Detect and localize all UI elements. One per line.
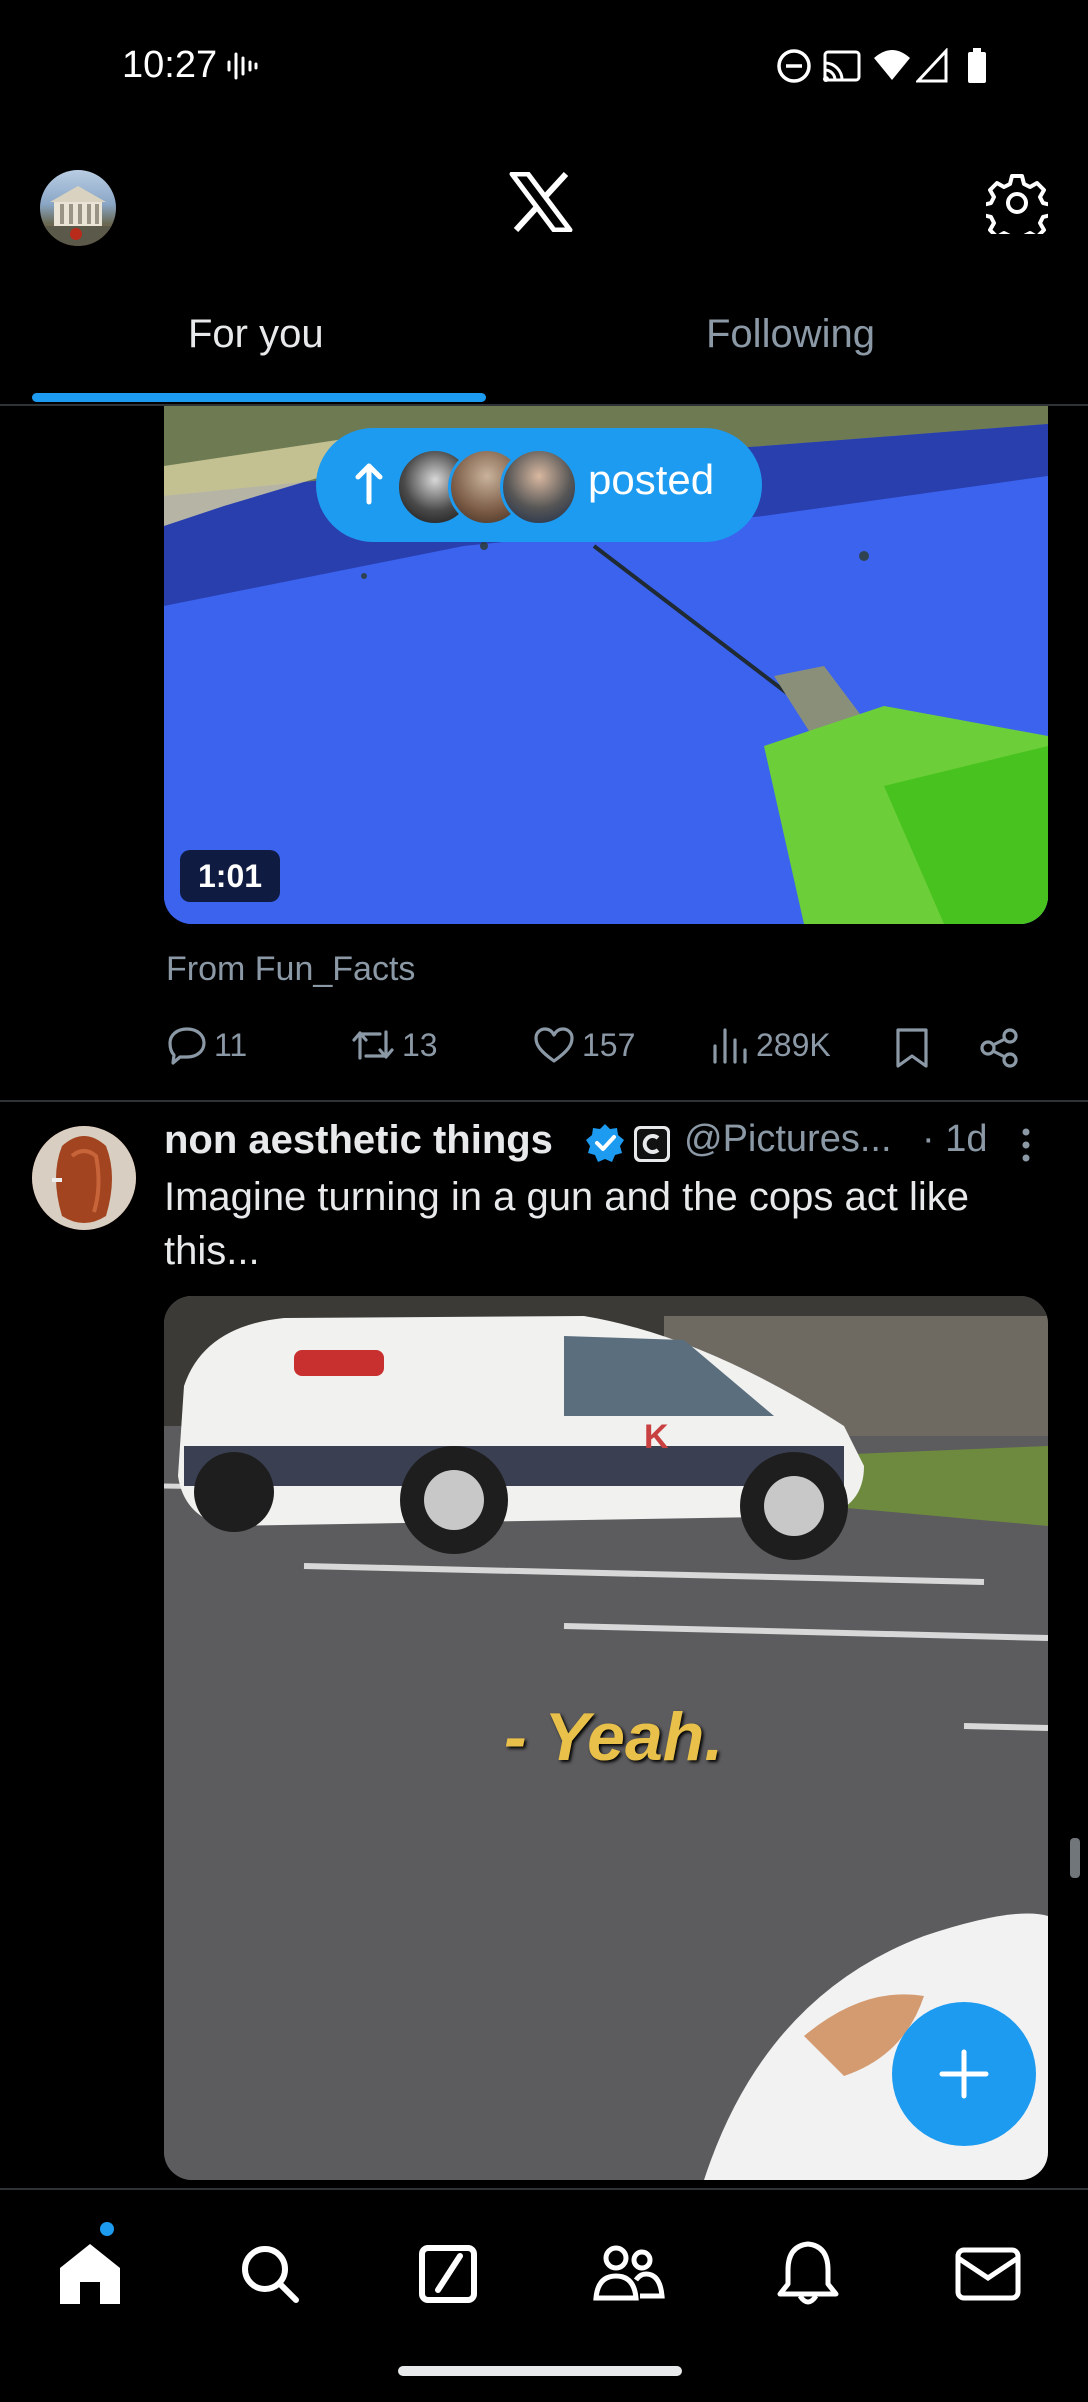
views-count: 289K: [756, 1026, 831, 1063]
author-name[interactable]: non aesthetic things: [164, 1118, 553, 1163]
search-icon[interactable]: [230, 2234, 310, 2314]
source-attribution[interactable]: From Fun_Facts: [166, 950, 415, 989]
posted-label: posted: [588, 456, 715, 503]
arrow-up-icon: [355, 463, 383, 505]
home-notification-dot: [100, 2222, 114, 2236]
gesture-home-bar[interactable]: [398, 2366, 682, 2376]
views-chart-icon: [713, 1028, 747, 1064]
tab-following[interactable]: Following: [706, 312, 875, 357]
poster-avatar-3: [500, 448, 578, 526]
messages-icon[interactable]: [948, 2234, 1028, 2314]
voice-wave-icon: [227, 52, 258, 80]
battery-icon: [968, 48, 986, 83]
settings-gear-icon[interactable]: [986, 172, 1048, 234]
status-bar: 10:27: [0, 0, 1088, 130]
more-options-icon[interactable]: [1016, 1128, 1036, 1162]
video-caption: - Yeah.: [504, 1699, 724, 1775]
cast-icon: [823, 50, 861, 82]
svg-text:K: K: [644, 1418, 669, 1456]
like-button[interactable]: 157: [532, 1024, 635, 1066]
repost-icon: [352, 1030, 394, 1060]
communities-icon[interactable]: [588, 2234, 668, 2314]
reply-button[interactable]: 11: [166, 1024, 247, 1066]
profile-avatar[interactable]: [40, 170, 116, 246]
video-duration-badge: 1:01: [180, 850, 281, 902]
post-divider: [0, 1100, 1088, 1102]
avatar-image: [40, 186, 116, 246]
plus-icon: [939, 2049, 989, 2099]
grok-icon[interactable]: [408, 2234, 488, 2314]
repost-count: 13: [402, 1026, 438, 1063]
x-logo-icon: [509, 172, 573, 232]
new-posts-pill[interactable]: posted: [316, 428, 762, 542]
status-time: 10:27: [122, 44, 218, 86]
post-age: · 1d: [922, 1118, 988, 1160]
do-not-disturb-icon: [777, 49, 811, 83]
bookmark-icon[interactable]: [892, 1026, 932, 1070]
scrollbar-thumb[interactable]: [1070, 1838, 1080, 1878]
like-count: 157: [582, 1026, 636, 1063]
author-avatar[interactable]: [32, 1126, 136, 1230]
avatar-image: [32, 1126, 136, 1230]
share-icon[interactable]: [978, 1026, 1022, 1070]
wifi-icon: [874, 50, 910, 80]
reply-icon: [168, 1027, 206, 1065]
tab-for-you[interactable]: For you: [188, 312, 324, 357]
home-icon[interactable]: [50, 2234, 130, 2314]
post-text: Imagine turning in a gun and the cops ac…: [164, 1175, 969, 1273]
views-button[interactable]: 289K: [710, 1024, 831, 1066]
heart-icon: [534, 1027, 574, 1063]
affiliate-badge-icon: [634, 1126, 670, 1162]
author-handle[interactable]: @Pictures...: [684, 1118, 892, 1161]
reply-count: 11: [214, 1026, 248, 1063]
verified-badge-icon: [586, 1124, 624, 1162]
notifications-icon[interactable]: [768, 2234, 848, 2314]
active-tab-indicator: [32, 393, 486, 402]
compose-post-button[interactable]: [892, 2002, 1036, 2146]
signal-icon: [916, 48, 948, 83]
repost-button[interactable]: 13: [350, 1024, 438, 1066]
